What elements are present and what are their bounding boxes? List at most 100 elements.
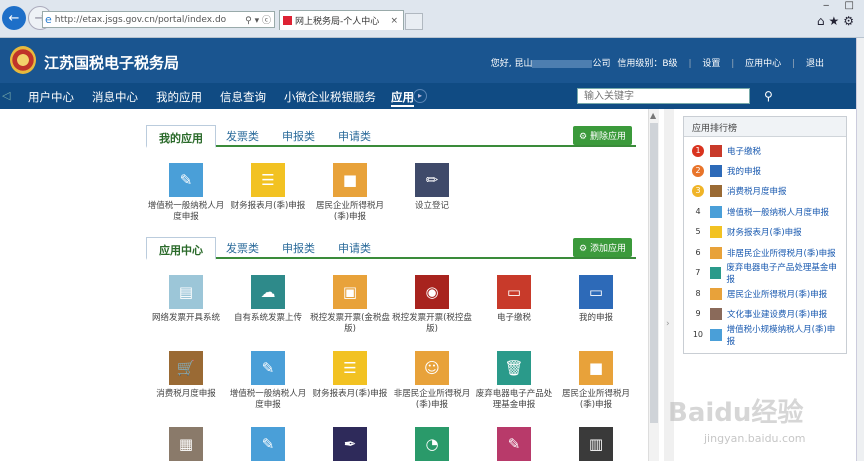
app-my-declaration[interactable]: ▭ 我的申报 [556, 275, 636, 324]
tab-declaration[interactable]: 申报类 [282, 128, 315, 144]
rank-app-icon [710, 185, 722, 197]
tax-control-icon: ◉ [415, 275, 449, 309]
rank-app-icon [710, 165, 722, 177]
ranking-item[interactable]: 7 废弃电器电子产品处理基金申报 [692, 263, 842, 285]
favicon-icon [283, 16, 292, 25]
app-financial-report[interactable]: ☰ 财务报表月(季)申报 [228, 163, 308, 212]
app-e-payment[interactable]: ▭ 电子缴税 [474, 275, 554, 324]
app-registration[interactable]: ✏ 设立登记 [392, 163, 472, 212]
app-film[interactable]: ▦ [146, 427, 226, 465]
app-resident-income-tax[interactable]: ■ 居民企业所得税月(季)申报 [310, 163, 390, 223]
tab-application[interactable]: 申请类 [338, 128, 371, 144]
app-taxcontrol-golden[interactable]: ▣ 税控发票开票(金税盘版) [310, 275, 390, 335]
report-icon: ☰ [251, 163, 285, 197]
brush-icon: ✒ [333, 427, 367, 461]
tab-invoice-2[interactable]: 发票类 [226, 240, 259, 256]
cart-icon: 🛒 [169, 351, 203, 385]
tab-declaration-2[interactable]: 申报类 [282, 240, 315, 256]
app-resident-income-tax-2[interactable]: ■ 居民企业所得税月(季)申报 [556, 351, 636, 411]
ranking-item[interactable]: 5 财务报表月(季)申报 [692, 225, 842, 239]
nav-sme-service[interactable]: 小微企业税银服务 [284, 89, 376, 105]
rank-app-icon [710, 226, 722, 238]
browser-tab[interactable]: 网上税务局-个人中心 × [279, 10, 404, 30]
briefcase-icon-2: ■ [579, 351, 613, 385]
app-pen[interactable]: ✒ [310, 427, 390, 465]
vat-form-icon: ✎ [169, 163, 203, 197]
app-consumption-tax[interactable]: 🛒 消费税月度申报 [146, 351, 226, 400]
rank-app-icon [709, 267, 722, 279]
tab-application-2[interactable]: 申请类 [338, 240, 371, 256]
content-scrollbar[interactable]: ▲ [648, 109, 659, 461]
ranking-item[interactable]: 1 电子缴税 [692, 144, 842, 158]
app-vat-monthly[interactable]: ✎ 增值税一般纳税人月度申报 [146, 163, 226, 223]
app-ewaste-fund[interactable]: 🗑 废弃电器电子产品处理基金申报 [474, 351, 554, 411]
nav-more-icon[interactable]: ▸ [413, 89, 427, 103]
tab-app-center[interactable]: 应用中心 [146, 237, 216, 260]
edit-icon: ✎ [497, 427, 531, 461]
app-form[interactable]: ✎ [228, 427, 308, 465]
close-tab-icon[interactable]: × [390, 16, 398, 26]
app-vat-monthly-2[interactable]: ✎ 增值税一般纳税人月度申报 [228, 351, 308, 411]
tool-icon: ◔ [415, 427, 449, 461]
ranking-item[interactable]: 2 我的申报 [692, 164, 842, 178]
greeting-prefix: 您好, 昆山 [490, 59, 533, 69]
nav-info-query[interactable]: 信息查询 [220, 89, 266, 105]
delete-app-button[interactable]: ⚙ 删除应用 [573, 126, 632, 145]
app-invoice-upload[interactable]: ☁ 自有系统发票上传 [228, 275, 308, 324]
form-icon: ✎ [251, 427, 285, 461]
pen-icon: ✏ [415, 163, 449, 197]
app-tool[interactable]: ◔ [392, 427, 472, 465]
trash-icon: 🗑 [497, 351, 531, 385]
page-scrollbar[interactable] [856, 38, 864, 461]
app-edit[interactable]: ✎ [474, 427, 554, 465]
ranking-item[interactable]: 4 增值税一般纳税人月度申报 [692, 205, 842, 219]
tax-disk-icon: ▣ [333, 275, 367, 309]
cloud-upload-icon: ☁ [251, 275, 285, 309]
report-icon-2: ☰ [333, 351, 367, 385]
greeting-suffix: 公司 [592, 59, 611, 69]
ranking-panel: 应用排行榜 1 电子缴税 2 我的申报 3 消费税月度申报 4 增值税一般纳税人月度申报… [683, 116, 847, 354]
tab-invoice[interactable]: 发票类 [226, 128, 259, 144]
ranking-item[interactable]: 8 居民企业所得税月(季)申报 [692, 287, 842, 301]
ranking-item[interactable]: 6 非居民企业所得税月(季)申报 [692, 246, 842, 260]
rank-app-icon [710, 206, 722, 218]
nav-message-center[interactable]: 消息中心 [92, 89, 138, 105]
url-text: http://etax.jsgs.gov.cn/portal/index.do [54, 14, 227, 25]
ranking-item[interactable]: 9 文化事业建设费月(季)申报 [692, 307, 842, 321]
app-center-panel: 应用中心 发票类 申报类 申请类 ⚙ 添加应用 ▤ 网络发票开具系统 ☁ 自有系统发… [146, 237, 636, 461]
nav-user-center[interactable]: 用户中心 [28, 89, 74, 105]
app-taxcontrol-disk[interactable]: ◉ 税控发票开票(税控盘版) [392, 275, 472, 335]
monitor-icon: ▭ [497, 275, 531, 309]
nav-apps[interactable]: 应用 [391, 89, 414, 107]
window-controls[interactable]: ‒ □ [823, 0, 860, 11]
back-arrow-icon[interactable]: ← [2, 6, 26, 30]
nav-my-apps[interactable]: 我的应用 [156, 89, 202, 105]
search-icon[interactable]: ⚲ [764, 89, 773, 103]
app-center-link[interactable]: 应用中心 [745, 59, 781, 69]
address-tools-icon[interactable]: ⚲ ▾ ⓒ [245, 13, 274, 26]
masked-name [532, 59, 593, 68]
settings-link[interactable]: 设置 [702, 59, 720, 69]
ranking-item[interactable]: 3 消费税月度申报 [692, 184, 842, 198]
app-financial-report-2[interactable]: ☰ 财务报表月(季)申报 [310, 351, 390, 400]
site-header: 江苏国税电子税务局 您好, 昆山 公司 信用级别：B级 | 设置 | 应用中心 |… [0, 38, 856, 83]
browser-toolbar: ← → e http://etax.jsgs.gov.cn/portal/ind… [0, 0, 864, 38]
watermark: Baidu经验 [668, 398, 804, 428]
app-chart[interactable]: ▥ [556, 427, 636, 465]
vat-form-icon-2: ✎ [251, 351, 285, 385]
browser-tools-icons[interactable]: ⌂★⚙ [817, 14, 858, 28]
user-info: 您好, 昆山 公司 信用级别：B级 | 设置 | 应用中心 | 退出 [490, 59, 824, 69]
tax-emblem-icon [10, 46, 36, 74]
ranking-item[interactable]: 10 增值税小规模纳税人月(季)申报 [692, 325, 842, 347]
app-online-invoice[interactable]: ▤ 网络发票开具系统 [146, 275, 226, 324]
nav-left-icon[interactable]: ◁ [2, 89, 10, 102]
app-nonresident-tax[interactable]: ☺ 非居民企业所得税月(季)申报 [392, 351, 472, 411]
logout-link[interactable]: 退出 [806, 59, 824, 69]
tab-my-apps[interactable]: 我的应用 [146, 125, 216, 148]
ie-icon: e [45, 13, 52, 26]
add-app-button[interactable]: ⚙ 添加应用 [573, 238, 632, 257]
new-tab-button[interactable] [405, 13, 423, 30]
search-input[interactable] [577, 88, 750, 104]
address-bar[interactable]: e http://etax.jsgs.gov.cn/portal/index.d… [42, 11, 275, 28]
invoice-machine-icon: ▤ [169, 275, 203, 309]
